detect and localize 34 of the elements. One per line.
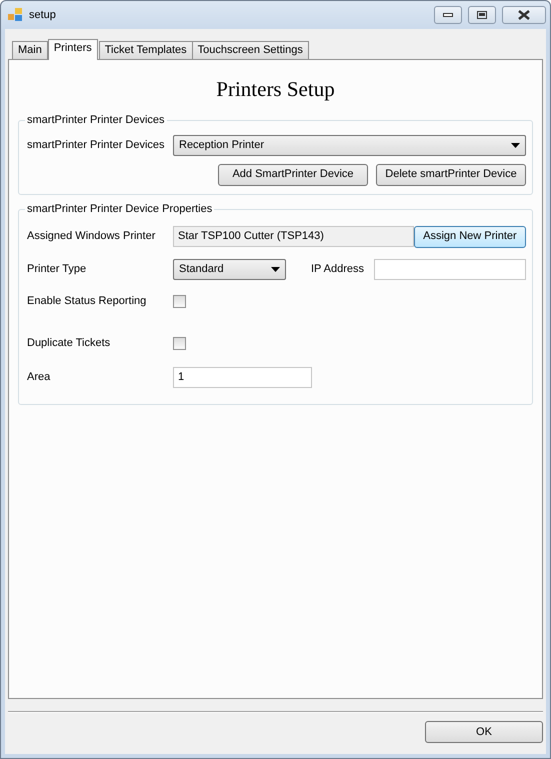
action-button[interactable]: Add SmartPrinter Device — [218, 164, 368, 186]
app-icon — [7, 7, 23, 23]
type-dropdown[interactable]: Standard — [173, 258, 286, 280]
dropdown-arrow-icon — [271, 266, 280, 272]
field-label: Enable Status Reporting — [27, 294, 148, 309]
field-label: Printer Type — [27, 262, 88, 277]
input-field[interactable] — [374, 258, 526, 280]
window-title: setup — [29, 8, 57, 23]
field-label: IP Address — [311, 262, 364, 277]
maximize-icon — [477, 11, 487, 19]
checkbox[interactable] — [173, 336, 186, 350]
maximize-button[interactable] — [468, 6, 496, 24]
dropdown-arrow-icon — [511, 142, 520, 148]
field-label: smartPrinter Printer Devices — [27, 138, 166, 153]
field-label: Duplicate Tickets — [27, 336, 112, 351]
group-title: smartPrinter Printer Device Properties — [25, 202, 214, 216]
minimize-button[interactable] — [434, 6, 462, 24]
readonly-field: Star TSP100 Cutter (TSP143) — [173, 226, 414, 247]
device-dropdown[interactable]: Reception Printer — [173, 134, 526, 156]
minimize-icon — [443, 13, 453, 17]
checkbox[interactable] — [173, 294, 186, 308]
close-button[interactable] — [502, 6, 546, 24]
close-icon — [518, 10, 530, 20]
tab[interactable]: Touchscreen Settings — [192, 41, 309, 59]
field-label: Area — [27, 370, 52, 385]
input-field[interactable]: 1 — [173, 366, 312, 388]
tab[interactable]: Printers — [48, 39, 98, 60]
page-heading: Printers Setup — [215, 76, 336, 103]
field-label: Assigned Windows Printer — [27, 229, 156, 244]
ok-button[interactable]: OK — [425, 721, 543, 743]
assign-button[interactable]: Assign New Printer — [414, 226, 526, 248]
tab[interactable]: Ticket Templates — [98, 41, 193, 59]
tab[interactable]: Main — [12, 41, 48, 59]
action-button[interactable]: Delete smartPrinter Device — [376, 164, 526, 186]
